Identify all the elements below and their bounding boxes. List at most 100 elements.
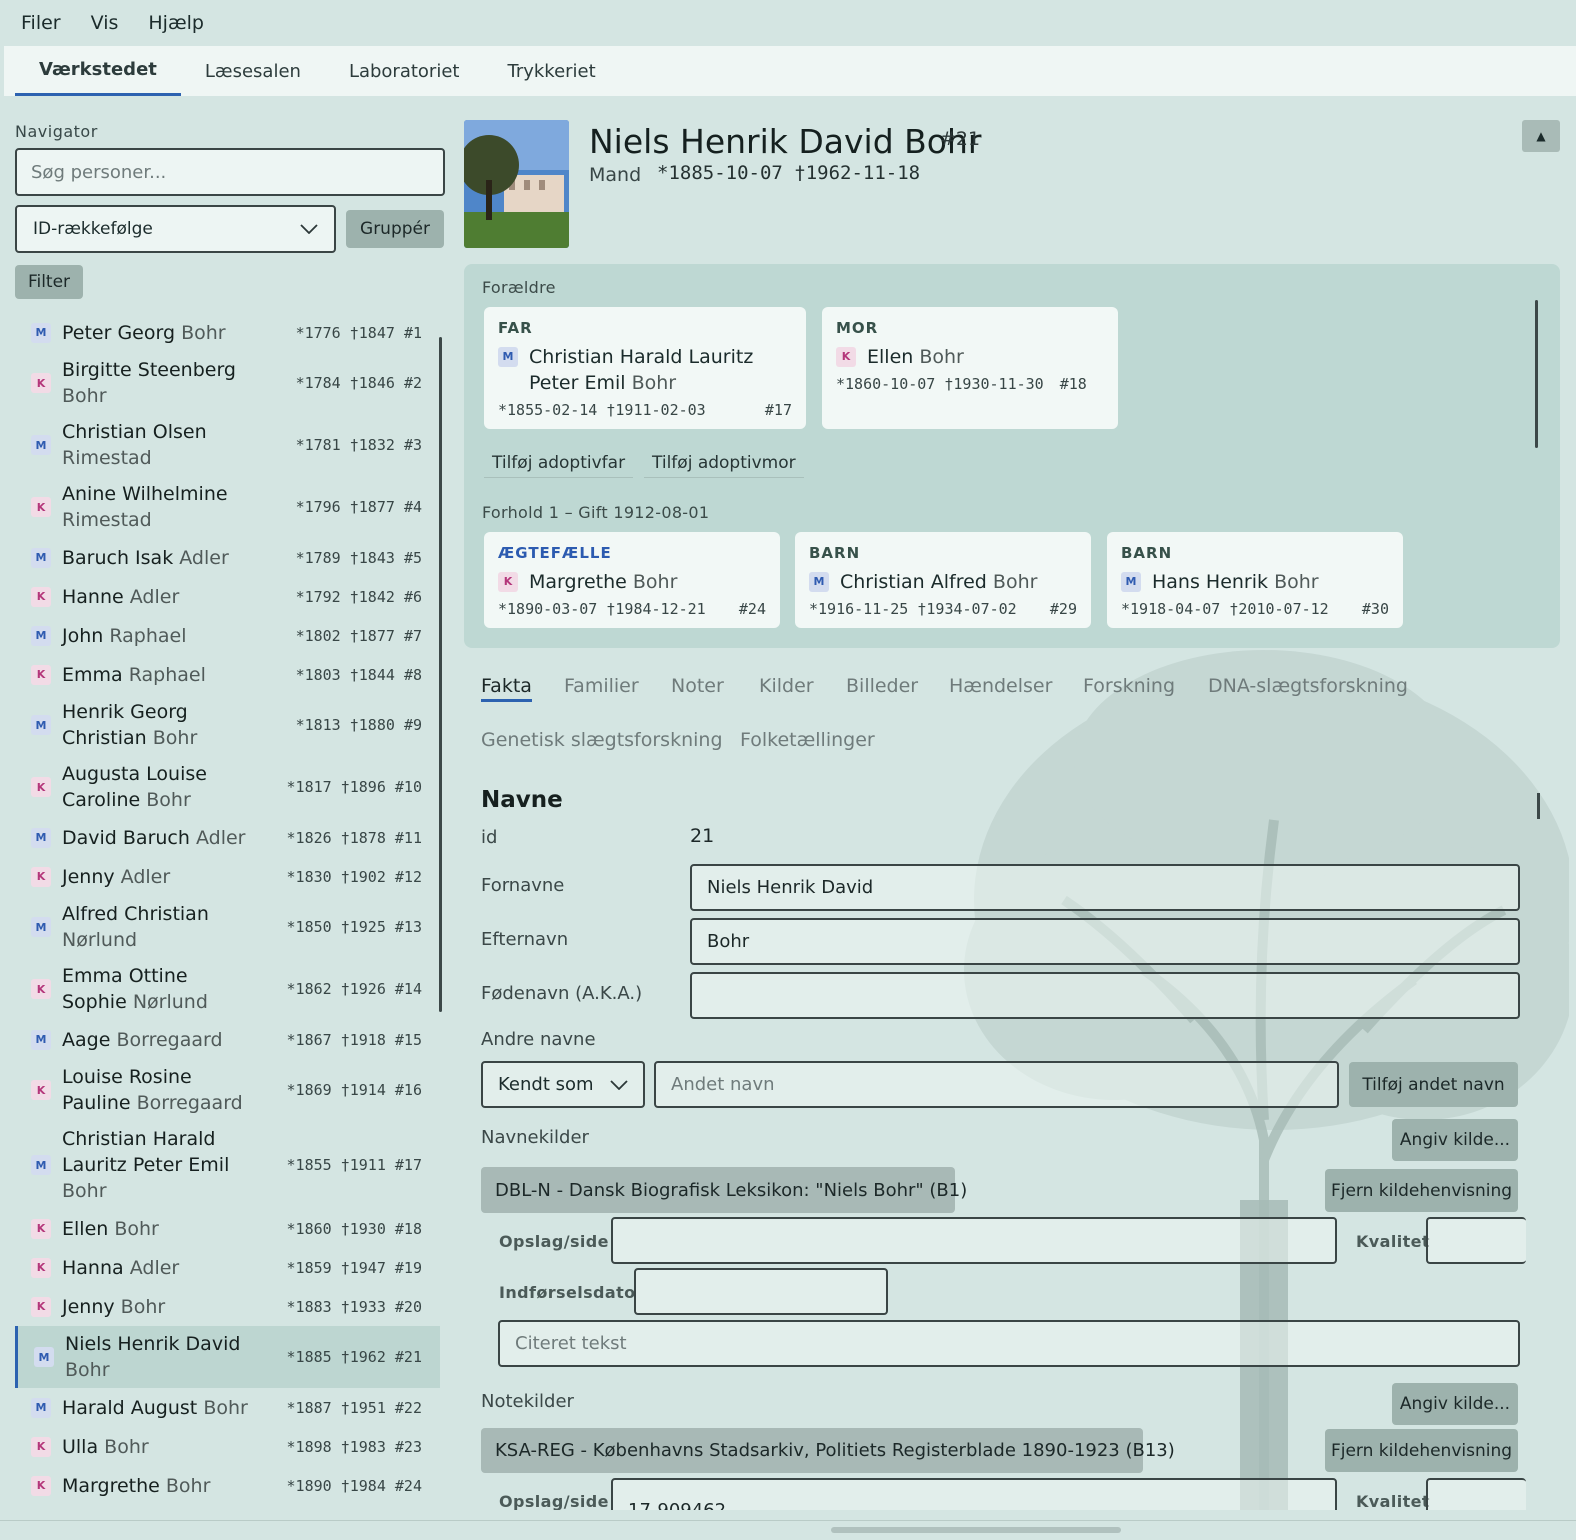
quoted-text-input[interactable]: Citeret tekst — [498, 1320, 1520, 1367]
person-name: Harald August Bohr — [62, 1395, 252, 1421]
tab-dna[interactable]: DNA-slægtsforskning — [1208, 675, 1408, 697]
name-source-chip[interactable]: DBL-N - Dansk Biografisk Leksikon: "Niel… — [481, 1167, 967, 1213]
person-dates: *1898 †1983 #23 — [252, 1438, 440, 1456]
filter-button[interactable]: Filter — [15, 265, 83, 299]
person-list-item[interactable]: K Anine Wilhelmine Rimestad *1796 †1877 #4 — [15, 476, 440, 538]
note-quality-input[interactable] — [1426, 1478, 1526, 1510]
add-other-name-button[interactable]: Tilføj andet navn — [1349, 1062, 1518, 1107]
tab-vaerkstedet[interactable]: Værkstedet — [15, 46, 181, 96]
child-card[interactable]: BARN M Hans Henrik Bohr *1918-04-07 †2010… — [1107, 532, 1403, 628]
spouse-card[interactable]: ÆGTEFÆLLE K Margrethe Bohr *1890-03-07 †1… — [484, 532, 780, 628]
note-source-chip[interactable]: KSA-REG - Københavns Stadsarkiv, Politie… — [481, 1428, 1175, 1473]
tab-familier[interactable]: Familier — [564, 675, 639, 697]
person-list-item[interactable]: M Harald August Bohr *1887 †1951 #22 — [15, 1388, 440, 1427]
person-list-item[interactable]: M John Raphael *1802 †1877 #7 — [15, 616, 440, 655]
surname: Raphael — [109, 624, 187, 647]
person-list-item[interactable]: K Augusta Louise Caroline Bohr *1817 †1896… — [15, 756, 440, 818]
person-list-item[interactable]: M Baruch Isak Adler *1789 †1843 #5 — [15, 538, 440, 577]
person-list-item[interactable]: K Jenny Bohr *1883 †1933 #20 — [15, 1287, 440, 1326]
navigator-scrollbar[interactable] — [439, 337, 442, 1012]
person-list-item[interactable]: K Hanne Adler *1792 †1842 #6 — [15, 577, 440, 616]
group-button[interactable]: Gruppér — [346, 210, 444, 248]
given-name: Ulla — [62, 1435, 99, 1458]
other-name-type-select[interactable]: Kendt som — [481, 1061, 645, 1108]
horizontal-scrollbar[interactable] — [831, 1527, 1121, 1533]
person-list-item[interactable]: K Hanna Adler *1859 †1947 #19 — [15, 1248, 440, 1287]
family-scrollbar[interactable] — [1535, 300, 1538, 448]
collapse-button[interactable]: ▲ — [1522, 120, 1560, 152]
person-id: #17 — [394, 1156, 422, 1174]
sort-select[interactable]: ID-rækkefølge — [15, 205, 336, 253]
person-list-item[interactable]: M Niels Henrik David Bohr *1885 †1962 #21 — [15, 1326, 440, 1388]
quality-input[interactable] — [1426, 1217, 1526, 1264]
given-names-input[interactable]: Niels Henrik David — [690, 864, 1520, 911]
tab-trykkeriet[interactable]: Trykkeriet — [483, 46, 619, 96]
tab-fakta[interactable]: Fakta — [481, 675, 532, 702]
person-list-item[interactable]: M Peter Georg Bohr *1776 †1847 #1 — [15, 313, 440, 352]
person-list-item[interactable]: K Birgitte Steenberg Bohr *1784 †1846 #2 — [15, 352, 440, 414]
menu-file[interactable]: Filer — [21, 12, 61, 34]
add-adoptive-father-button[interactable]: Tilføj adoptivfar — [484, 449, 634, 478]
person-list-item[interactable]: K Emma Ottine Sophie Nørlund *1862 †1926 #… — [15, 958, 440, 1020]
surname: Bohr — [62, 385, 107, 407]
person-list-item[interactable]: K Margrethe Bohr *1890 †1984 #24 — [15, 1466, 440, 1505]
tab-laesesalen[interactable]: Læsesalen — [181, 46, 325, 96]
add-adoptive-mother-button[interactable]: Tilføj adoptivmor — [644, 449, 804, 478]
given-name: Birgitte Steenberg — [62, 359, 236, 381]
tab-haendelser[interactable]: Hændelser — [949, 675, 1052, 697]
person-list-item[interactable]: M Henrik Georg Christian Bohr *1813 †1880 … — [15, 694, 440, 756]
person-id: #15 — [394, 1030, 422, 1049]
page-input[interactable] — [611, 1217, 1337, 1264]
note-remove-source-button[interactable]: Fjern kildehenvisning — [1325, 1429, 1518, 1472]
given-name: Hanna — [62, 1256, 124, 1279]
person-dates: *1803 †1844 #8 — [252, 666, 440, 684]
note-cite-source-button[interactable]: Angiv kilde... — [1392, 1383, 1518, 1425]
tab-billeder[interactable]: Billeder — [846, 675, 918, 697]
father-card[interactable]: FAR M Christian Harald Lauritz Peter Emil… — [484, 307, 806, 429]
person-list-item[interactable]: K Emma Raphael *1803 †1844 #8 — [15, 655, 440, 694]
person-list-item[interactable]: M Christian Harald Lauritz Peter Emil Boh… — [15, 1121, 440, 1209]
female-badge: K — [836, 347, 856, 367]
surname-label: Efternavn — [481, 929, 569, 950]
tab-kilder[interactable]: Kilder — [759, 675, 814, 697]
child-card[interactable]: BARN M Christian Alfred Bohr *1916-11-25 … — [795, 532, 1091, 628]
note-page-input[interactable]: 17-909462 — [611, 1478, 1337, 1510]
person-name: Christian Olsen Rimestad — [62, 419, 252, 471]
person-list-item[interactable]: M Aage Borregaard *1867 †1918 #15 — [15, 1020, 440, 1059]
menu-help[interactable]: Hjælp — [148, 12, 204, 34]
tab-noter[interactable]: Noter — [671, 675, 724, 697]
other-name-input[interactable]: Andet navn — [654, 1061, 1339, 1108]
status-divider — [0, 1520, 1576, 1521]
life-dates: *1898 †1983 — [286, 1437, 386, 1456]
person-list-item[interactable]: K Ulla Bohr *1898 †1983 #23 — [15, 1427, 440, 1466]
tab-genetisk[interactable]: Genetisk slægtsforskning — [481, 729, 723, 751]
person-list-item[interactable]: K Louise Rosine Pauline Borregaard *1869 †… — [15, 1059, 440, 1121]
menu-view[interactable]: Vis — [91, 12, 119, 34]
surname: Borregaard — [116, 1028, 223, 1051]
surname-input[interactable]: Bohr — [690, 918, 1520, 965]
person-list-item[interactable]: M Alfred Christian Nørlund *1850 †1925 #13 — [15, 896, 440, 958]
person-search-input[interactable]: Søg personer... — [15, 148, 445, 196]
person-name: Alfred Christian Nørlund — [62, 901, 252, 953]
birthname-input[interactable] — [690, 972, 1520, 1019]
remove-source-button[interactable]: Fjern kildehenvisning — [1325, 1169, 1518, 1212]
person-list-item[interactable]: M Christian Olsen Rimestad *1781 †1832 #3 — [15, 414, 440, 476]
person-dates: *1817 †1896 #10 — [252, 778, 440, 796]
tab-laboratoriet[interactable]: Laboratoriet — [325, 46, 484, 96]
person-photo[interactable] — [464, 120, 569, 248]
entry-date-input[interactable] — [634, 1268, 888, 1315]
tab-folketaellinger[interactable]: Folketællinger — [740, 729, 875, 751]
mother-card[interactable]: MOR K Ellen Bohr *1860-10-07 †1930-11-30 #… — [822, 307, 1118, 429]
person-list-item[interactable]: K Jenny Adler *1830 †1902 #12 — [15, 857, 440, 896]
cite-source-button[interactable]: Angiv kilde... — [1392, 1119, 1518, 1161]
person-name: David Baruch Adler — [62, 825, 252, 851]
surname: Adler — [129, 1256, 180, 1279]
person-dates: *1855 †1911 #17 — [252, 1156, 440, 1174]
person-list-item[interactable]: M David Baruch Adler *1826 †1878 #11 — [15, 818, 440, 857]
tab-forskning[interactable]: Forskning — [1083, 675, 1175, 697]
person-dates: *1789 †1843 #5 — [252, 549, 440, 567]
detail-scrollbar[interactable] — [1537, 793, 1540, 819]
note-quality-label: Kvalitet — [1356, 1492, 1430, 1510]
person-list-item[interactable]: K Ellen Bohr *1860 †1930 #18 — [15, 1209, 440, 1248]
person-dates: *1802 †1877 #7 — [252, 627, 440, 645]
